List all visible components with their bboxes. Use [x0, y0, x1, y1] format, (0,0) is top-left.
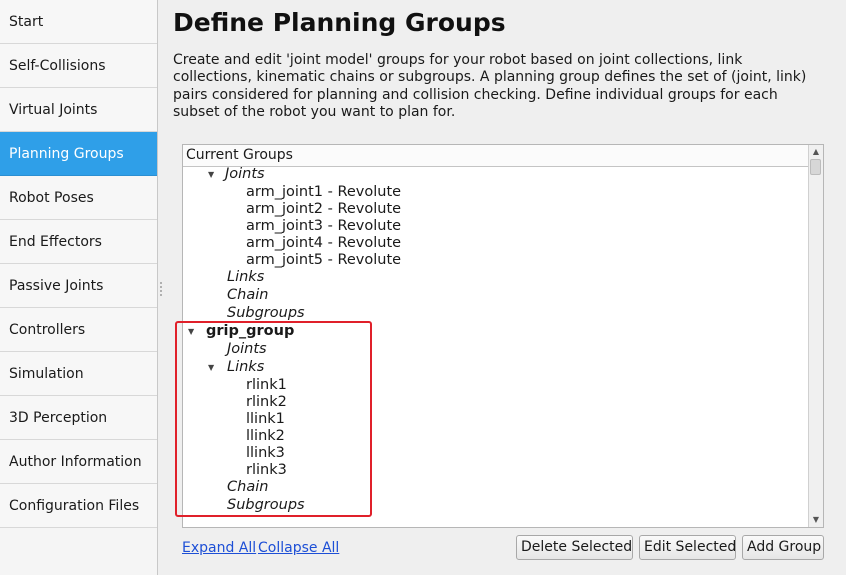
- tree-item[interactable]: arm_joint3 - Revolute: [246, 218, 401, 235]
- sidebar-nav: Start Self-Collisions Virtual Joints Pla…: [0, 0, 158, 575]
- tree-group-grip-group[interactable]: grip_group: [206, 323, 294, 340]
- page-title: Define Planning Groups: [173, 8, 506, 37]
- nav-robot-poses[interactable]: Robot Poses: [0, 176, 157, 220]
- tree-item[interactable]: rlink1: [246, 377, 287, 394]
- expand-arrow-icon[interactable]: ▼: [208, 359, 214, 376]
- add-group-button[interactable]: Add Group: [742, 535, 824, 560]
- tree-item[interactable]: arm_joint1 - Revolute: [246, 184, 401, 201]
- edit-selected-button[interactable]: Edit Selected: [639, 535, 736, 560]
- expand-all-link[interactable]: Expand All: [182, 540, 256, 556]
- nav-virtual-joints[interactable]: Virtual Joints: [0, 88, 157, 132]
- delete-selected-button[interactable]: Delete Selected: [516, 535, 633, 560]
- expand-arrow-icon[interactable]: ▼: [188, 323, 194, 340]
- nav-planning-groups[interactable]: Planning Groups: [0, 132, 157, 176]
- tree-item[interactable]: llink1: [246, 411, 285, 428]
- nav-3d-perception[interactable]: 3D Perception: [0, 396, 157, 440]
- tree-header: Current Groups: [183, 145, 809, 167]
- tree-item[interactable]: arm_joint4 - Revolute: [246, 235, 401, 252]
- tree-item[interactable]: Subgroups: [227, 497, 305, 514]
- expand-arrow-icon[interactable]: ▼: [208, 166, 214, 183]
- tree-item[interactable]: Joints: [225, 166, 265, 183]
- tree-item[interactable]: Chain: [227, 479, 268, 496]
- tree-item[interactable]: llink3: [246, 445, 285, 462]
- nav-end-effectors[interactable]: End Effectors: [0, 220, 157, 264]
- scroll-thumb[interactable]: [810, 159, 821, 175]
- tree-item[interactable]: rlink2: [246, 394, 287, 411]
- vertical-scrollbar[interactable]: ▲ ▼: [808, 145, 823, 527]
- nav-author-information[interactable]: Author Information: [0, 440, 157, 484]
- nav-configuration-files[interactable]: Configuration Files: [0, 484, 157, 528]
- scroll-down-arrow-icon[interactable]: ▼: [809, 513, 823, 527]
- nav-controllers[interactable]: Controllers: [0, 308, 157, 352]
- nav-simulation[interactable]: Simulation: [0, 352, 157, 396]
- tree-item[interactable]: Links: [227, 359, 264, 376]
- tree-item[interactable]: llink2: [246, 428, 285, 445]
- page-description: Create and edit 'joint model' groups for…: [173, 52, 807, 120]
- tree-item[interactable]: Links: [227, 269, 264, 286]
- tree-item[interactable]: Joints: [227, 341, 267, 358]
- nav-self-collisions[interactable]: Self-Collisions: [0, 44, 157, 88]
- nav-start[interactable]: Start: [0, 0, 157, 44]
- scroll-up-arrow-icon[interactable]: ▲: [809, 145, 823, 159]
- tree-item[interactable]: arm_joint2 - Revolute: [246, 201, 401, 218]
- tree-item[interactable]: rlink3: [246, 462, 287, 479]
- current-groups-tree[interactable]: Current Groups ▲ ▼ ▼ Joints arm_joint1 -…: [182, 144, 824, 528]
- splitter-handle[interactable]: [159, 280, 163, 300]
- collapse-all-link[interactable]: Collapse All: [258, 540, 339, 556]
- tree-item[interactable]: Chain: [227, 287, 268, 304]
- tree-item[interactable]: arm_joint5 - Revolute: [246, 252, 401, 269]
- tree-item[interactable]: Subgroups: [227, 305, 305, 322]
- nav-passive-joints[interactable]: Passive Joints: [0, 264, 157, 308]
